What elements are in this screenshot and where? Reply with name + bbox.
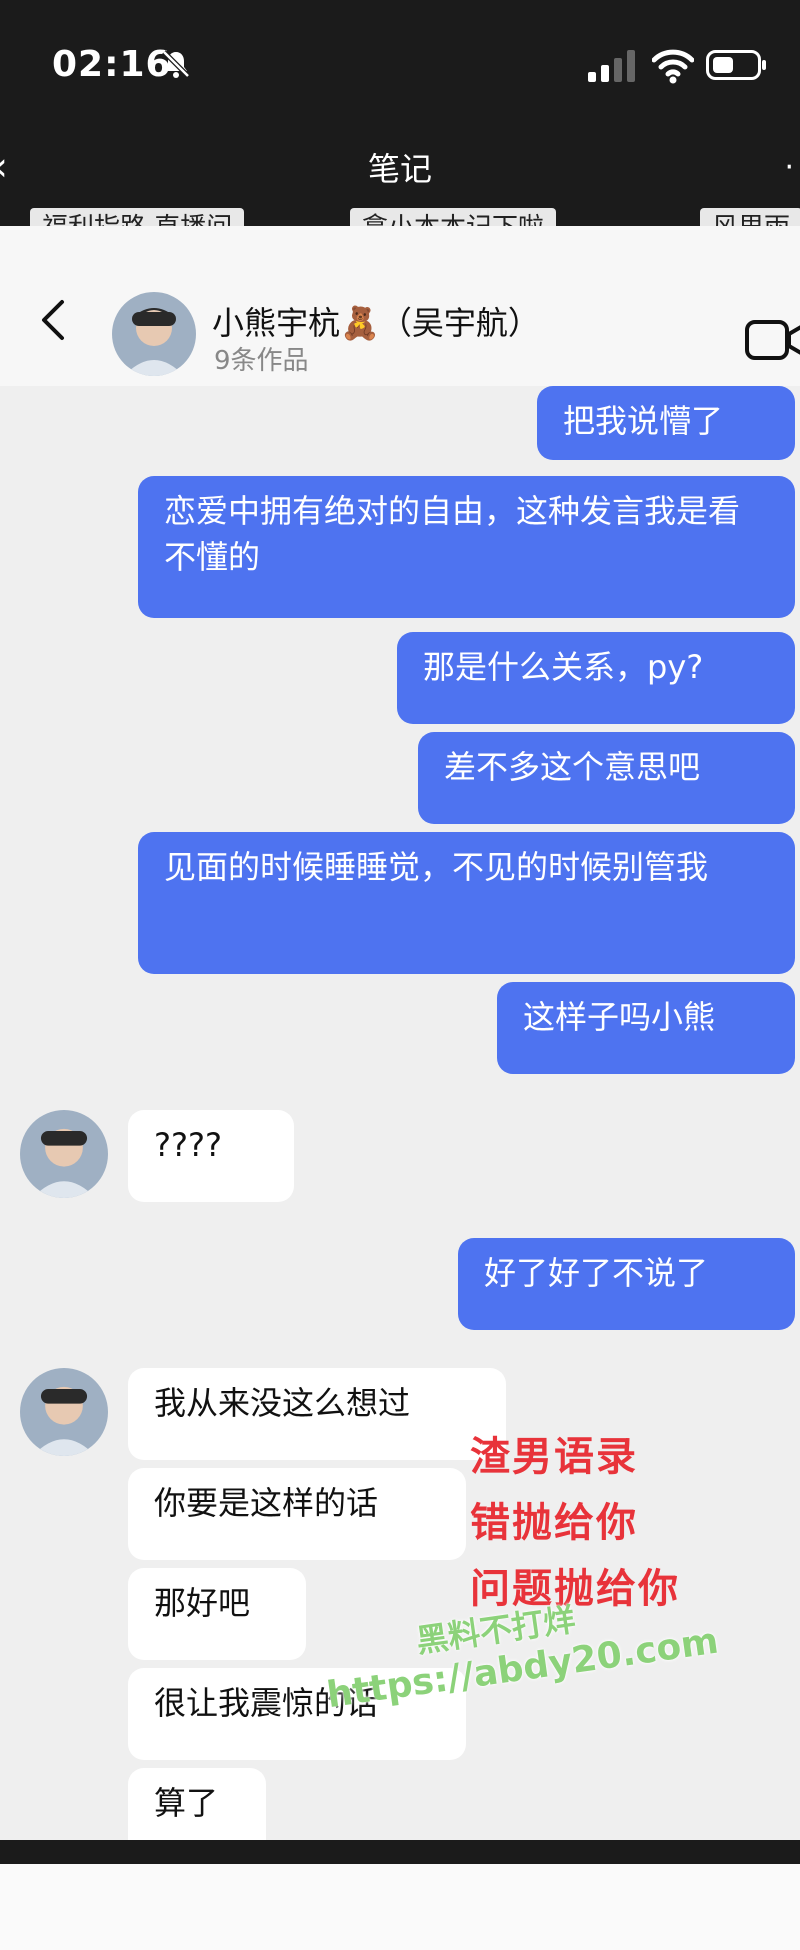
page-title: 笔记: [367, 150, 432, 188]
contact-name: 小熊宇杭🧸（吴宇航）: [212, 304, 540, 342]
tab-item[interactable]: 风里雨: [700, 208, 800, 226]
top-nav-bar: ‹ 笔记 ·: [0, 130, 800, 200]
video-call-icon[interactable]: [744, 318, 800, 362]
bell-muted-icon: [162, 50, 190, 78]
tab-strip: 福利指路 直播间 拿小本本记下啦 风里雨: [0, 200, 800, 226]
contact-avatar[interactable]: [20, 1110, 108, 1198]
chat-header: 小熊宇杭🧸（吴宇航） 9条作品: [0, 226, 800, 386]
cellular-signal-icon: [588, 50, 635, 82]
message-bubble-sent[interactable]: 好了好了不说了: [458, 1238, 795, 1330]
status-time: 02:16: [52, 44, 172, 85]
message-bubble-sent[interactable]: 见面的时候睡睡觉，不见的时候别管我: [138, 832, 795, 974]
overlay-caption-line: 渣男语录: [470, 1434, 638, 1480]
message-bubble-received[interactable]: 你要是这样的话: [128, 1468, 466, 1560]
message-bubble-received[interactable]: 那好吧: [128, 1568, 306, 1660]
contact-works-count: 9条作品: [214, 346, 309, 376]
overlay-caption-line: 错抛给你: [470, 1500, 638, 1546]
message-bubble-sent[interactable]: 恋爱中拥有绝对的自由，这种发言我是看不懂的: [138, 476, 795, 618]
tab-item[interactable]: 福利指路 直播间: [30, 208, 245, 226]
message-bubble-sent[interactable]: 把我说懵了: [537, 386, 795, 460]
message-bubble-received[interactable]: 算了: [128, 1768, 266, 1840]
message-bubble-received[interactable]: 我从来没这么想过: [128, 1368, 506, 1460]
more-menu-icon[interactable]: ·: [784, 150, 794, 185]
tab-item[interactable]: 拿小本本记下啦: [350, 208, 557, 226]
battery-icon: [706, 50, 766, 80]
contact-avatar[interactable]: [112, 292, 196, 376]
message-bubble-sent[interactable]: 那是什么关系，py?: [397, 632, 795, 724]
back-chevron-icon[interactable]: [38, 298, 66, 342]
message-bubble-sent[interactable]: 差不多这个意思吧: [418, 732, 795, 824]
bottom-input-area: [0, 1864, 800, 1950]
message-bubble-sent[interactable]: 这样子吗小熊: [497, 982, 795, 1074]
bottom-bar: [0, 1840, 800, 1950]
wifi-icon: [652, 49, 694, 84]
contact-avatar[interactable]: [20, 1368, 108, 1456]
message-bubble-received[interactable]: ????: [128, 1110, 294, 1202]
status-bar: 02:16: [0, 0, 800, 130]
